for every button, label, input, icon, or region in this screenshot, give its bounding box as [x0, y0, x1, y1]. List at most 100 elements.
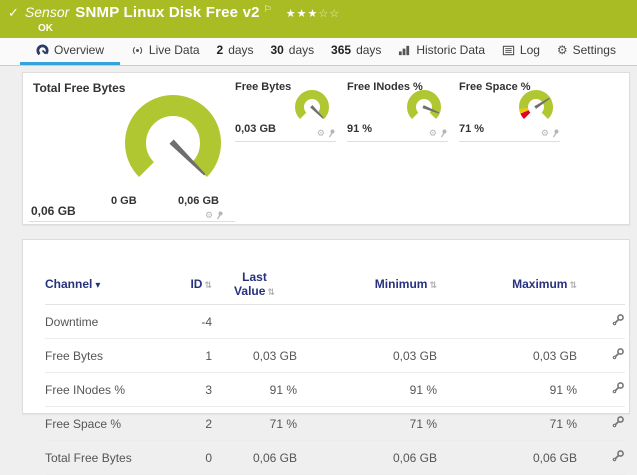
gear-icon[interactable]: ⚙	[317, 127, 325, 140]
gauge-free-space-value: 71 %	[459, 123, 485, 135]
tab-log-label: Log	[519, 43, 540, 57]
cell-maximum: 0,06 GB	[437, 440, 577, 475]
stars-filled: ★★★	[285, 8, 319, 20]
cell-id: -4	[167, 304, 212, 339]
table-row-free-space[interactable]: Free Space % 2 71 % 71 % 71 %	[45, 406, 625, 441]
tab-log[interactable]: Log	[496, 38, 546, 65]
flag-icon[interactable]: ⚐	[264, 1, 272, 18]
stars-empty: ☆☆	[318, 8, 341, 20]
gear-icon[interactable]: ⚙	[429, 127, 437, 140]
gauge-free-bytes-value: 0,03 GB	[235, 123, 276, 135]
cell-minimum	[297, 304, 437, 339]
cell-minimum: 71 %	[297, 406, 437, 441]
wrench-icon[interactable]	[611, 381, 625, 395]
cell-maximum: 91 %	[437, 372, 577, 407]
object-kind-label: Sensor	[24, 4, 70, 20]
sort-icon: ⇅	[569, 280, 577, 290]
cell-channel: Total Free Bytes	[45, 440, 167, 475]
gauge-free-bytes-tools: ⚙	[317, 127, 336, 140]
table-row-total-free-bytes[interactable]: Total Free Bytes 0 0,06 GB 0,06 GB 0,06 …	[45, 440, 625, 475]
tab-2-days-unit: days	[228, 43, 254, 57]
gauge-free-inodes-tools: ⚙	[429, 127, 448, 140]
pin-icon[interactable]	[328, 129, 336, 138]
tab-2-days[interactable]: 2 days	[211, 38, 260, 65]
tab-30-days[interactable]: 30 days	[264, 38, 320, 65]
sort-icon: ⇅	[267, 286, 275, 297]
table-row-free-bytes[interactable]: Free Bytes 1 0,03 GB 0,03 GB 0,03 GB	[45, 338, 625, 373]
tab-historic-data-label: Historic Data	[416, 43, 486, 57]
live-data-broadcast-icon	[131, 44, 144, 57]
tab-365-days-unit: days	[356, 43, 382, 57]
cell-channel: Free Bytes	[45, 338, 167, 373]
priority-stars[interactable]: ★★★☆☆	[286, 6, 340, 23]
sort-icon: ⇅	[204, 280, 212, 290]
cell-channel: Free INodes %	[45, 372, 167, 407]
gauge-free-bytes: Free Bytes 0,03 GB ⚙	[235, 81, 336, 142]
cell-channel: Free Space %	[45, 406, 167, 441]
cell-id: 3	[167, 372, 212, 407]
cell-maximum: 71 %	[437, 406, 577, 441]
cell-id: 1	[167, 338, 212, 373]
tab-365-days[interactable]: 365 days	[325, 38, 387, 65]
cell-minimum: 0,06 GB	[297, 440, 437, 475]
wrench-icon[interactable]	[611, 415, 625, 429]
log-list-icon	[502, 44, 515, 57]
wrench-icon[interactable]	[611, 449, 625, 463]
table-row-downtime[interactable]: Downtime -4	[45, 304, 625, 339]
pin-icon[interactable]	[440, 129, 448, 138]
gear-icon[interactable]: ⚙	[205, 209, 213, 222]
wrench-icon[interactable]	[611, 313, 625, 327]
column-header-channel[interactable]: Channel ▾	[45, 264, 167, 305]
column-header-maximum[interactable]: Maximum ⇅	[437, 264, 577, 305]
gear-icon[interactable]: ⚙	[541, 127, 549, 140]
gauge-free-inodes-value: 91 %	[347, 123, 373, 135]
tab-historic-data[interactable]: Historic Data	[392, 38, 491, 65]
tab-live-data-label: Live Data	[148, 43, 200, 57]
tab-overview[interactable]: Overview	[20, 38, 121, 65]
cell-last-value: 91 %	[212, 372, 297, 407]
wrench-icon[interactable]	[611, 347, 625, 361]
table-header-row: Channel ▾ ID ⇅ Last Value ⇅ Minimum ⇅ Maximum…	[45, 264, 625, 305]
main-gauge-value: 0,06 GB	[31, 204, 76, 218]
tab-30-days-number: 30	[270, 43, 284, 57]
sort-icon: ⇅	[429, 280, 437, 290]
cell-id: 0	[167, 440, 212, 475]
pin-icon[interactable]	[552, 129, 560, 138]
column-header-actions	[577, 264, 625, 305]
tab-bar: Overview Live Data 2 days 30 days 365 da…	[0, 38, 637, 66]
gauge-free-inodes: Free INodes % 91 % ⚙	[347, 81, 448, 142]
tab-settings[interactable]: ⚙ Settings	[551, 38, 622, 65]
cell-maximum	[437, 304, 577, 339]
tab-settings-label: Settings	[572, 43, 616, 57]
column-header-minimum[interactable]: Minimum ⇅	[297, 264, 437, 305]
cell-id: 2	[167, 406, 212, 441]
tab-365-days-number: 365	[331, 43, 352, 57]
channel-table: Channel ▾ ID ⇅ Last Value ⇅ Minimum ⇅ Maximum…	[45, 264, 625, 475]
sensor-header: ✓ Sensor SNMP Linux Disk Free v2 ⚐ ★★★☆☆…	[0, 0, 637, 38]
pin-icon[interactable]	[216, 211, 224, 220]
tab-live-data[interactable]: Live Data	[125, 38, 206, 65]
sensor-status-badge: OK	[38, 23, 53, 34]
small-gauges-row: Free Bytes 0,03 GB ⚙ Free INodes % 91 %	[235, 81, 560, 142]
table-row-free-inodes[interactable]: Free INodes % 3 91 % 91 % 91 %	[45, 372, 625, 407]
gauge-free-space-tools: ⚙	[541, 127, 560, 140]
sensor-title: SNMP Linux Disk Free v2	[75, 4, 260, 21]
gauge-free-space-dial	[518, 89, 553, 124]
cell-last-value: 0,06 GB	[212, 440, 297, 475]
tab-30-days-unit: days	[288, 43, 315, 57]
tab-2-days-number: 2	[216, 43, 224, 57]
channel-table-panel: Channel ▾ ID ⇅ Last Value ⇅ Minimum ⇅ Maximum…	[22, 239, 630, 475]
cell-minimum: 91 %	[297, 372, 437, 407]
gauge-free-bytes-dial	[295, 90, 329, 124]
cell-last-value: 71 %	[212, 406, 297, 441]
status-ok-check-icon: ✓	[8, 5, 19, 20]
cell-last-value	[212, 304, 297, 339]
cell-maximum: 0,03 GB	[437, 338, 577, 373]
cell-last-value: 0,03 GB	[212, 338, 297, 373]
cell-minimum: 0,03 GB	[297, 338, 437, 373]
cell-channel: Downtime	[45, 304, 167, 339]
gauge-free-bytes-title: Free Bytes	[235, 81, 292, 93]
column-header-last-value[interactable]: Last Value ⇅	[212, 264, 297, 305]
overview-gauge-icon	[36, 43, 49, 57]
column-header-id[interactable]: ID ⇅	[167, 264, 212, 305]
